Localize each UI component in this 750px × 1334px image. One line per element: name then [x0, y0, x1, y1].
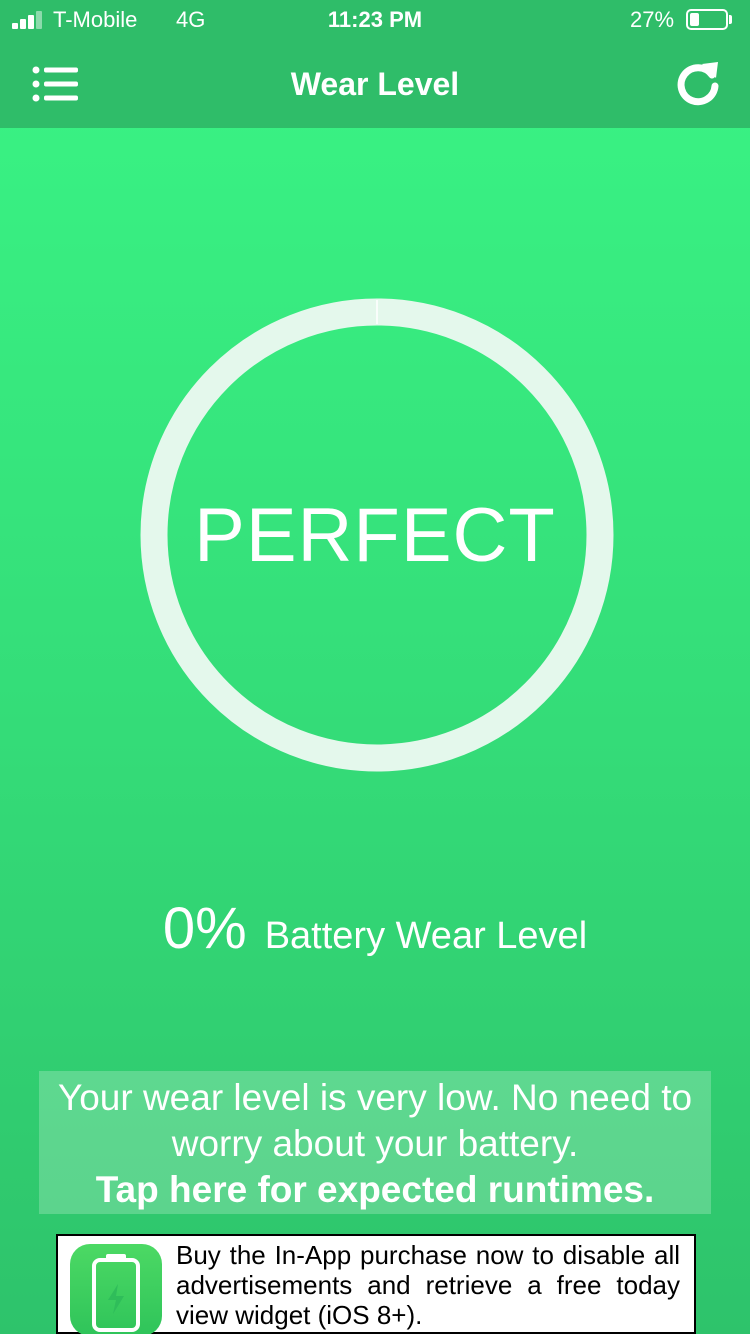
expected-runtimes-link[interactable]: Your wear level is very low. No need to …: [39, 1071, 711, 1214]
wear-message: Your wear level is very low. No need to …: [57, 1077, 693, 1164]
wear-level-row: 0% Battery Wear Level: [0, 895, 750, 962]
ad-banner[interactable]: Buy the In-App purchase now to disable a…: [56, 1234, 696, 1334]
battery-tip: [729, 15, 732, 24]
refresh-button[interactable]: [672, 58, 724, 110]
nav-bar: Wear Level: [0, 40, 750, 128]
refresh-icon: [677, 62, 719, 106]
status-bar: T-Mobile 4G 11:23 PM 27%: [0, 0, 750, 40]
wear-level-label: Battery Wear Level: [264, 915, 588, 957]
ad-text: Buy the In-App purchase now to disable a…: [176, 1240, 680, 1330]
battery-percent: 27%: [630, 7, 675, 32]
runtimes-link-text: Tap here for expected runtimes.: [95, 1169, 655, 1210]
battery-icon: [686, 9, 728, 30]
page-title: Wear Level: [290, 66, 460, 102]
battery-bolt-icon: [70, 1244, 162, 1334]
wear-status-label: PERFECT: [194, 493, 556, 578]
wear-level-value: 0%: [162, 896, 247, 961]
